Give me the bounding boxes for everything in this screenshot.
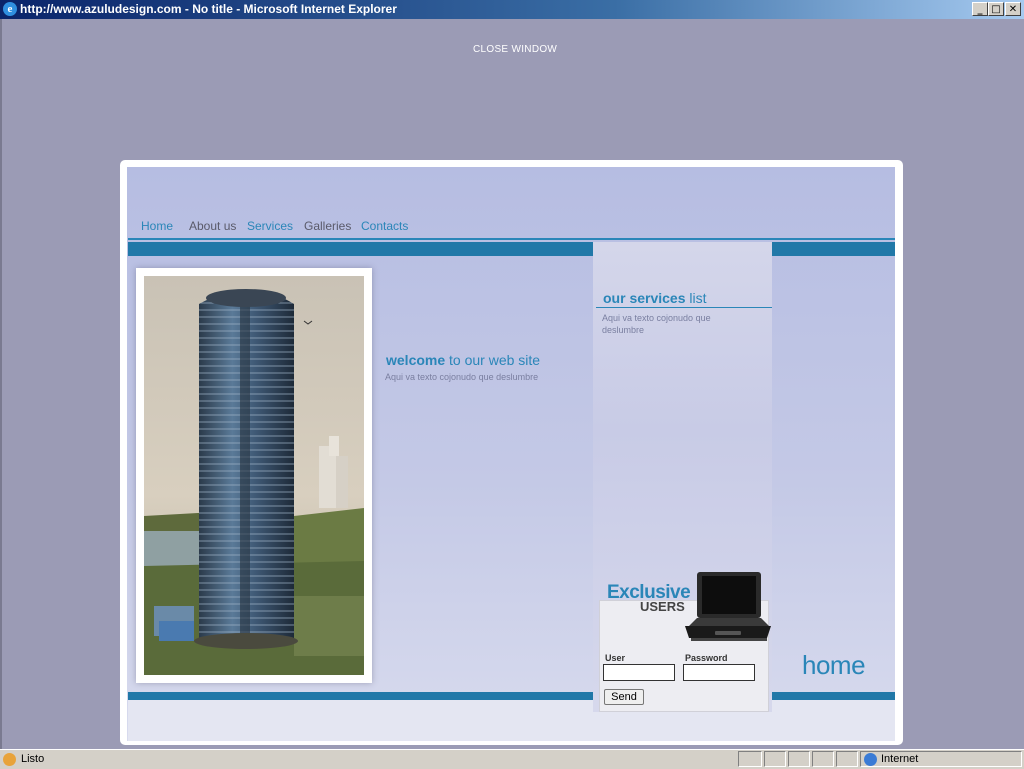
nav-about-us[interactable]: About us xyxy=(189,219,236,233)
status-cell xyxy=(738,751,762,767)
maximize-button[interactable]: □ xyxy=(988,2,1004,16)
services-text: Aqui va texto cojonudo que deslumbre xyxy=(602,313,711,335)
internet-zone-icon xyxy=(864,753,877,766)
nav-galleries[interactable]: Galleries xyxy=(304,219,351,233)
user-label: User xyxy=(605,653,626,663)
welcome-heading: welcome to our web site xyxy=(386,352,541,368)
status-cell xyxy=(788,751,810,767)
password-input[interactable] xyxy=(683,664,755,681)
zone-text: Internet xyxy=(881,753,919,765)
welcome-text: Aqui va texto cojonudo que deslumbre xyxy=(385,372,539,382)
ie-icon: e xyxy=(3,2,17,16)
close-window-link[interactable]: CLOSE WINDOW xyxy=(473,44,557,55)
status-cell xyxy=(764,751,786,767)
bottom-band xyxy=(128,692,895,700)
status-bar: Listo Internet xyxy=(0,749,1024,769)
section-title: home xyxy=(802,650,866,680)
close-button[interactable]: ✕ xyxy=(1005,2,1021,16)
services-divider xyxy=(596,307,772,308)
user-input[interactable] xyxy=(603,664,675,681)
status-cell xyxy=(812,751,834,767)
window-title: http://www.azuludesign.com - No title - … xyxy=(20,2,397,16)
nav-home[interactable]: Home xyxy=(141,219,173,233)
users-banner: USERS xyxy=(640,599,685,614)
window-titlebar: e http://www.azuludesign.com - No title … xyxy=(0,0,1024,19)
footer-area xyxy=(128,700,895,741)
status-text: Listo xyxy=(21,753,45,765)
status-cell xyxy=(836,751,858,767)
tower-photo xyxy=(144,276,364,675)
laptop-icon xyxy=(685,570,771,646)
nav-contacts[interactable]: Contacts xyxy=(361,219,408,233)
page-status-icon xyxy=(3,753,16,766)
password-label: Password xyxy=(685,653,728,663)
send-button[interactable]: Send xyxy=(604,689,644,705)
nav-divider xyxy=(128,238,895,240)
minimize-button[interactable]: _ xyxy=(972,2,988,16)
top-band xyxy=(128,242,895,256)
services-heading: our services list xyxy=(603,290,707,306)
nav-services[interactable]: Services xyxy=(247,219,293,233)
